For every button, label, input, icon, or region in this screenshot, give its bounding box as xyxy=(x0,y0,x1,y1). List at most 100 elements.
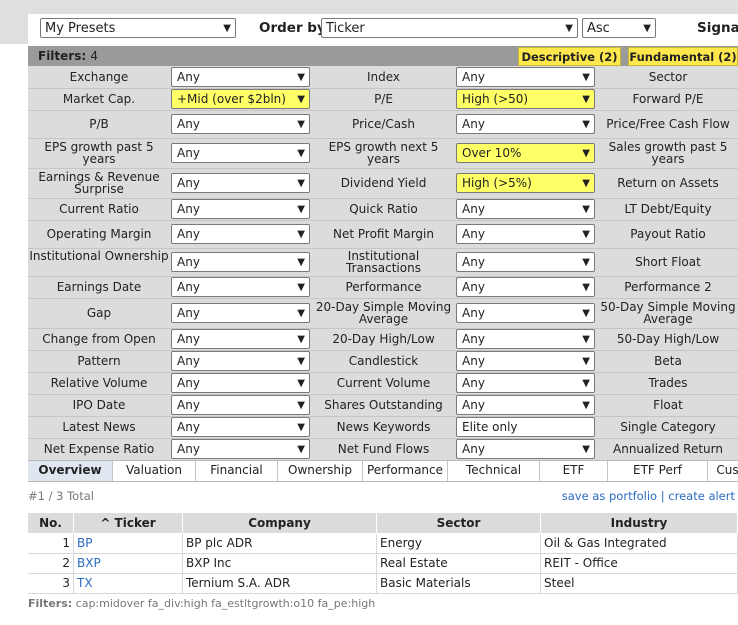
filter-label: EPS growth next 5 years xyxy=(328,139,439,166)
tab-etf-perf[interactable]: ETF Perf xyxy=(608,461,708,481)
filter-label: Institutional Ownership xyxy=(29,248,169,263)
tab-valuation[interactable]: Valuation xyxy=(113,461,196,481)
filter-select[interactable]: Any ▼ xyxy=(171,199,310,219)
chevron-down-icon: ▼ xyxy=(582,148,590,159)
filters-label: Filters: xyxy=(38,49,87,63)
filter-select[interactable]: High (>5%) ▼ xyxy=(456,173,595,193)
filter-label: Earnings Date xyxy=(56,279,142,294)
ticker-link[interactable]: TX xyxy=(74,574,183,594)
filter-select[interactable]: Any ▼ xyxy=(456,439,595,459)
filter-value: Any xyxy=(177,227,200,241)
tab-descriptive[interactable]: Descriptive (2) xyxy=(518,47,621,66)
table-row[interactable]: 2 BXP BXP Inc Real Estate REIT - Office xyxy=(28,554,738,574)
chevron-down-icon: ▼ xyxy=(297,378,305,389)
row-divider xyxy=(28,168,738,169)
filter-select[interactable]: Any ▼ xyxy=(171,373,310,393)
filter-label: Price/Cash xyxy=(352,116,415,131)
filter-select[interactable]: Any ▼ xyxy=(456,277,595,297)
tab-cus[interactable]: Cus xyxy=(708,461,738,481)
filter-label: P/B xyxy=(89,116,109,131)
table-cell: 1 xyxy=(28,534,74,554)
filter-select[interactable]: Any ▼ xyxy=(456,114,595,134)
filter-select[interactable]: Any ▼ xyxy=(456,199,595,219)
filter-select[interactable]: +Mid (over $2bln) ▼ xyxy=(171,89,310,109)
direction-select[interactable]: Asc ▼ xyxy=(582,18,656,38)
filter-select[interactable]: Any ▼ xyxy=(456,329,595,349)
column-header[interactable]: Industry xyxy=(541,513,738,533)
filter-label: LT Debt/Equity xyxy=(624,201,712,216)
filter-select[interactable]: Any ▼ xyxy=(171,224,310,244)
filter-select[interactable]: Any ▼ xyxy=(171,114,310,134)
tab-ownership[interactable]: Ownership xyxy=(278,461,363,481)
create-alert-link[interactable]: create alert xyxy=(668,489,735,503)
filter-select[interactable]: Any ▼ xyxy=(456,373,595,393)
filter-select[interactable]: Any ▼ xyxy=(171,67,310,87)
tab-etf[interactable]: ETF xyxy=(540,461,608,481)
filter-value: Any xyxy=(462,306,485,320)
column-header[interactable]: Company xyxy=(183,513,377,533)
filter-value: Any xyxy=(177,354,200,368)
chevron-down-icon: ▼ xyxy=(643,23,651,34)
filter-grid: Exchange Any ▼ Index Any ▼ Sector Market Cap. +M… xyxy=(28,66,738,460)
top-bar: My Presets ▼ Order by Ticker ▼ Asc ▼ Sig… xyxy=(0,0,738,44)
tab-technical[interactable]: Technical xyxy=(448,461,540,481)
filter-label: Current Volume xyxy=(336,375,431,390)
filter-label: Annualized Return xyxy=(613,441,723,456)
filter-label: News Keywords xyxy=(336,419,431,434)
chevron-down-icon: ▼ xyxy=(582,178,590,189)
filter-select[interactable]: Any ▼ xyxy=(171,329,310,349)
filter-select[interactable]: Any ▼ xyxy=(171,252,310,272)
filter-text-input[interactable]: Elite only xyxy=(456,417,595,437)
filters-count: Filters: 4 xyxy=(38,49,98,63)
table-cell: Basic Materials xyxy=(377,574,541,594)
tab-performance[interactable]: Performance xyxy=(363,461,448,481)
filter-select[interactable]: Any ▼ xyxy=(171,173,310,193)
filter-select[interactable]: High (>50) ▼ xyxy=(456,89,595,109)
table-cell: BXP Inc xyxy=(183,554,377,574)
filter-label: Performance 2 xyxy=(624,279,712,294)
filter-label: 20-Day Simple Moving Average xyxy=(315,299,452,326)
presets-select[interactable]: My Presets ▼ xyxy=(40,18,236,38)
filter-value: Any xyxy=(462,280,485,294)
column-header[interactable]: ^ Ticker xyxy=(74,513,183,533)
filter-label: Price/Free Cash Flow xyxy=(606,116,730,131)
tab-financial[interactable]: Financial xyxy=(196,461,278,481)
filter-select[interactable]: Any ▼ xyxy=(171,143,310,163)
column-header[interactable]: Sector xyxy=(377,513,541,533)
filter-select[interactable]: Any ▼ xyxy=(171,395,310,415)
filter-select[interactable]: Any ▼ xyxy=(171,439,310,459)
chevron-down-icon: ▼ xyxy=(297,400,305,411)
filter-select[interactable]: Any ▼ xyxy=(456,252,595,272)
filter-select[interactable]: Any ▼ xyxy=(456,67,595,87)
tab-fundamental[interactable]: Fundamental (2) xyxy=(628,47,738,66)
table-row[interactable]: 3 TX Ternium S.A. ADR Basic Materials Steel xyxy=(28,574,738,594)
chevron-down-icon: ▼ xyxy=(297,119,305,130)
filter-select[interactable]: Any ▼ xyxy=(456,224,595,244)
filter-select[interactable]: Any ▼ xyxy=(456,351,595,371)
view-tabs: Overview Valuation Financial Ownership Perfo… xyxy=(28,460,738,482)
chevron-down-icon: ▼ xyxy=(582,356,590,367)
ticker-link[interactable]: BXP xyxy=(74,554,183,574)
column-header[interactable]: No. xyxy=(28,513,74,533)
tab-overview[interactable]: Overview xyxy=(28,461,113,481)
order-by-select[interactable]: Ticker ▼ xyxy=(321,18,578,38)
filter-select[interactable]: Any ▼ xyxy=(456,303,595,323)
filter-value: Any xyxy=(177,70,200,84)
chevron-down-icon: ▼ xyxy=(297,148,305,159)
chevron-down-icon: ▼ xyxy=(297,204,305,215)
filter-select[interactable]: Any ▼ xyxy=(171,277,310,297)
ticker-link[interactable]: BP xyxy=(74,534,183,554)
filter-label: Sales growth past 5 years xyxy=(608,139,728,166)
filter-label: Net Fund Flows xyxy=(337,441,430,456)
filter-select[interactable]: Any ▼ xyxy=(171,303,310,323)
save-as-portfolio-link[interactable]: save as portfolio xyxy=(562,489,657,503)
filter-select[interactable]: Any ▼ xyxy=(171,417,310,437)
table-cell: 2 xyxy=(28,554,74,574)
footer-filters-value: cap:midover fa_div:high fa_estltgrowth:o… xyxy=(75,597,376,610)
chevron-down-icon: ▼ xyxy=(297,334,305,345)
filter-select[interactable]: Any ▼ xyxy=(456,395,595,415)
filter-select[interactable]: Over 10% ▼ xyxy=(456,143,595,163)
table-row[interactable]: 1 BP BP plc ADR Energy Oil & Gas Integrated xyxy=(28,534,738,554)
chevron-down-icon: ▼ xyxy=(582,94,590,105)
filter-select[interactable]: Any ▼ xyxy=(171,351,310,371)
